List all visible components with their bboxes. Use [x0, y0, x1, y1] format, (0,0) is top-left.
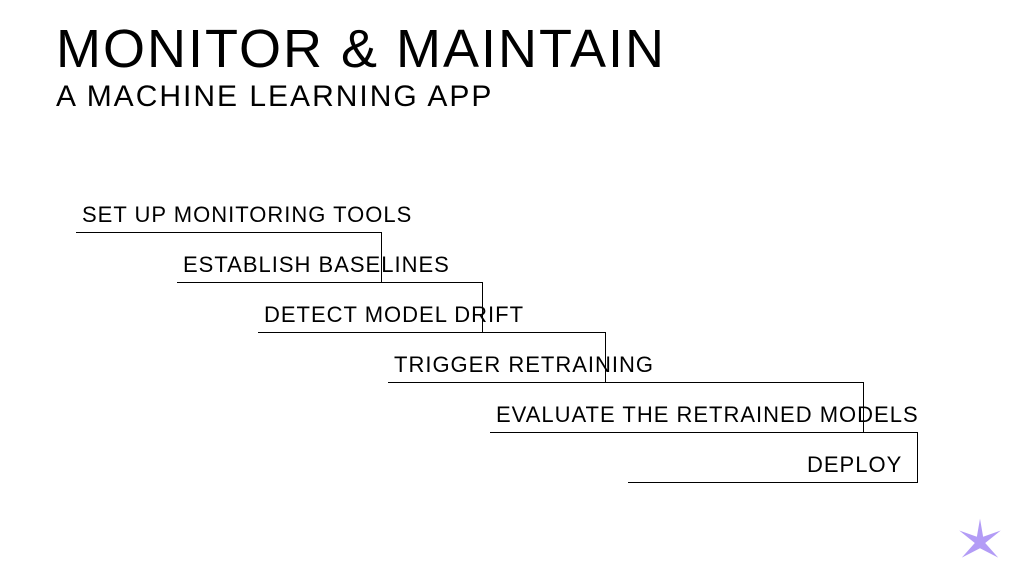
step-connector — [388, 382, 606, 383]
step-riser — [917, 432, 918, 482]
step-riser — [863, 382, 864, 432]
step-connector — [258, 332, 483, 333]
step-riser — [482, 282, 483, 332]
step-label: DETECT MODEL DRIFT — [258, 298, 530, 334]
slide: MONITOR & MAINTAIN A MACHINE LEARNING AP… — [0, 0, 1024, 576]
step-label: EVALUATE THE RETRAINED MODELS — [490, 398, 925, 434]
step-riser — [605, 332, 606, 382]
step-riser — [381, 232, 382, 282]
step-underline — [76, 232, 382, 233]
staircase-diagram: SET UP MONITORING TOOLS ESTABLISH BASELIN… — [0, 0, 1024, 576]
step-connector — [490, 432, 864, 433]
step-label: TRIGGER RETRAINING — [388, 348, 660, 384]
step-label: ESTABLISH BASELINES — [177, 248, 456, 284]
step-connector — [177, 282, 382, 283]
asterisk-icon — [954, 516, 1006, 568]
step-label: DEPLOY — [801, 448, 908, 484]
step-connector — [628, 482, 918, 483]
step-label: SET UP MONITORING TOOLS — [76, 198, 418, 234]
